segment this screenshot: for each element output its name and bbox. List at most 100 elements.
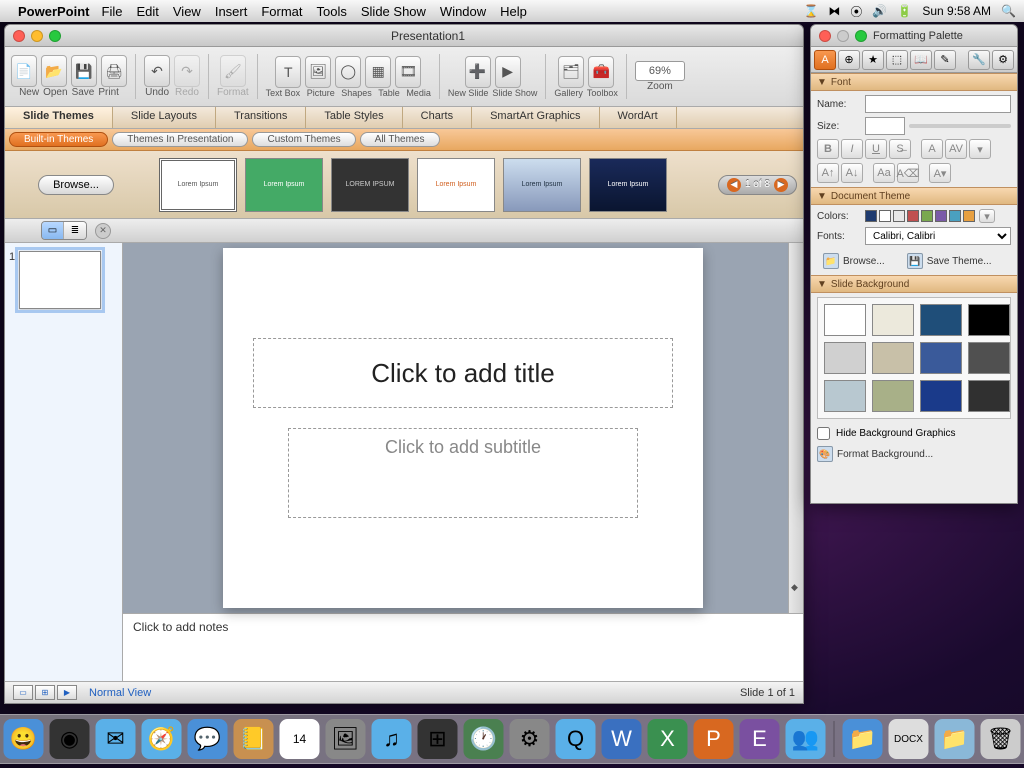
char-spacing-button[interactable]: AV (945, 139, 967, 159)
save-button[interactable]: 💾 (71, 55, 97, 87)
bg-swatch[interactable] (920, 342, 962, 374)
decrease-font-button[interactable]: A↓ (841, 163, 863, 183)
script-menu-icon[interactable]: ⌛ (803, 4, 818, 18)
slide-canvas[interactable]: Click to add title Click to add subtitle (223, 248, 703, 608)
palette-titlebar[interactable]: Formatting Palette (811, 25, 1017, 47)
color-swatch[interactable] (907, 210, 919, 222)
font-size-slider[interactable] (909, 124, 1011, 128)
dock-powerpoint[interactable]: P (694, 719, 734, 759)
bg-swatch[interactable] (920, 380, 962, 412)
palette-tab-tools[interactable]: 🔧 (968, 50, 990, 70)
dock-ichat[interactable]: 💬 (188, 719, 228, 759)
italic-button[interactable]: I (841, 139, 863, 159)
theme-color-swatches[interactable] (865, 210, 975, 222)
theme-thumb[interactable]: Lorem Ipsum (503, 158, 581, 212)
dock-timemachine[interactable]: 🕐 (464, 719, 504, 759)
subtab-custom[interactable]: Custom Themes (252, 132, 355, 147)
subtitle-placeholder[interactable]: Click to add subtitle (288, 428, 638, 518)
bg-swatch[interactable] (872, 304, 914, 336)
spotlight-icon[interactable]: 🔍 (1001, 4, 1016, 18)
theme-thumb[interactable]: Lorem Ipsum (417, 158, 495, 212)
normal-view-icon[interactable]: ▭ (13, 685, 33, 700)
color-swatch[interactable] (963, 210, 975, 222)
bg-swatch[interactable] (968, 304, 1010, 336)
menu-help[interactable]: Help (500, 4, 527, 19)
colors-dropdown-icon[interactable]: ▾ (979, 209, 995, 223)
picture-button[interactable]: 🖼 (305, 56, 331, 88)
print-button[interactable]: 🖨 (101, 55, 127, 87)
color-swatch[interactable] (865, 210, 877, 222)
dock-trash[interactable]: 🗑 (981, 719, 1021, 759)
table-button[interactable]: ▦ (365, 56, 391, 88)
palette-tab-add[interactable]: ⊕ (838, 50, 860, 70)
tab-smartart[interactable]: SmartArt Graphics (472, 107, 599, 128)
bg-swatch[interactable] (872, 380, 914, 412)
zoom-field[interactable]: 69% (635, 61, 685, 81)
shapes-button[interactable]: ◯ (335, 56, 361, 88)
palette-tab-settings[interactable]: ⚙ (992, 50, 1014, 70)
color-swatch[interactable] (893, 210, 905, 222)
dock-itunes[interactable]: ♫ (372, 719, 412, 759)
sorter-view-icon[interactable]: ⊞ (35, 685, 55, 700)
tab-transitions[interactable]: Transitions (216, 107, 306, 128)
palette-tab-review[interactable]: ✎ (934, 50, 956, 70)
hide-bg-checkbox[interactable] (817, 427, 830, 440)
dock-downloads[interactable]: 📁 (935, 719, 975, 759)
dock-ical[interactable]: 14 (280, 719, 320, 759)
palette-tab-custom[interactable]: ★ (862, 50, 884, 70)
vertical-scrollbar[interactable] (788, 243, 803, 613)
format-bg-button[interactable]: 🎨Format Background... (811, 444, 1017, 464)
zoom-button[interactable] (49, 30, 61, 42)
open-button[interactable]: 📂 (41, 55, 67, 87)
save-theme-button[interactable]: 💾Save Theme... (901, 251, 998, 271)
bluetooth-icon[interactable]: ⧓ (828, 4, 840, 18)
menu-edit[interactable]: Edit (136, 4, 158, 19)
theme-thumb[interactable]: LOREM IPSUM (331, 158, 409, 212)
font-color-button[interactable]: A (921, 139, 943, 159)
newslide-button[interactable]: ➕ (465, 56, 491, 88)
close-button[interactable] (13, 30, 25, 42)
color-swatch[interactable] (949, 210, 961, 222)
volume-icon[interactable]: 🔊 (872, 4, 887, 18)
redo-button[interactable]: ↷ (174, 55, 200, 87)
pager-prev-icon[interactable]: ◀ (727, 178, 741, 192)
bg-swatch[interactable] (968, 342, 1010, 374)
menu-format[interactable]: Format (261, 4, 302, 19)
menu-view[interactable]: View (173, 4, 201, 19)
strike-button[interactable]: S̶ (889, 139, 911, 159)
menu-slideshow[interactable]: Slide Show (361, 4, 426, 19)
change-case-button[interactable]: Aa (873, 163, 895, 183)
theme-fonts-select[interactable]: Calibri, Calibri (865, 227, 1011, 245)
palette-tab-ref[interactable]: 📖 (910, 50, 932, 70)
bg-swatch[interactable] (824, 304, 866, 336)
dock-word[interactable]: W (602, 719, 642, 759)
section-slide-bg[interactable]: ▼ Slide Background (811, 275, 1017, 293)
clock[interactable]: Sun 9:58 AM (922, 4, 991, 18)
dock-dashboard[interactable]: ◉ (50, 719, 90, 759)
bg-swatch[interactable] (920, 304, 962, 336)
dock-entourage[interactable]: E (740, 719, 780, 759)
dock-sysprefs[interactable]: ⚙ (510, 719, 550, 759)
menu-tools[interactable]: Tools (317, 4, 347, 19)
section-font[interactable]: ▼ Font (811, 73, 1017, 91)
dock-preview[interactable]: 🖼 (326, 719, 366, 759)
media-button[interactable]: 🎞 (395, 56, 421, 88)
notes-pane[interactable]: Click to add notes (123, 613, 803, 681)
tab-slide-layouts[interactable]: Slide Layouts (113, 107, 216, 128)
outline-view-icon[interactable]: ≣ (64, 222, 86, 239)
palette-tab-object[interactable]: ⬚ (886, 50, 908, 70)
styles-button[interactable]: A▾ (929, 163, 951, 183)
dock-quicktime[interactable]: Q (556, 719, 596, 759)
theme-thumb[interactable]: Lorem Ipsum (159, 158, 237, 212)
battery-icon[interactable]: 🔋 (897, 4, 912, 18)
close-panel-icon[interactable]: ✕ (95, 223, 111, 239)
bg-swatch[interactable] (824, 380, 866, 412)
tab-slide-themes[interactable]: Slide Themes (5, 107, 113, 128)
subtab-builtin[interactable]: Built-in Themes (9, 132, 108, 147)
dock-applications[interactable]: 📁 (843, 719, 883, 759)
clear-format-button[interactable]: A⌫ (897, 163, 919, 183)
menu-file[interactable]: File (102, 4, 123, 19)
title-placeholder[interactable]: Click to add title (253, 338, 673, 408)
browse-themes-button[interactable]: Browse... (38, 175, 114, 195)
more-font-button[interactable]: ▾ (969, 139, 991, 159)
